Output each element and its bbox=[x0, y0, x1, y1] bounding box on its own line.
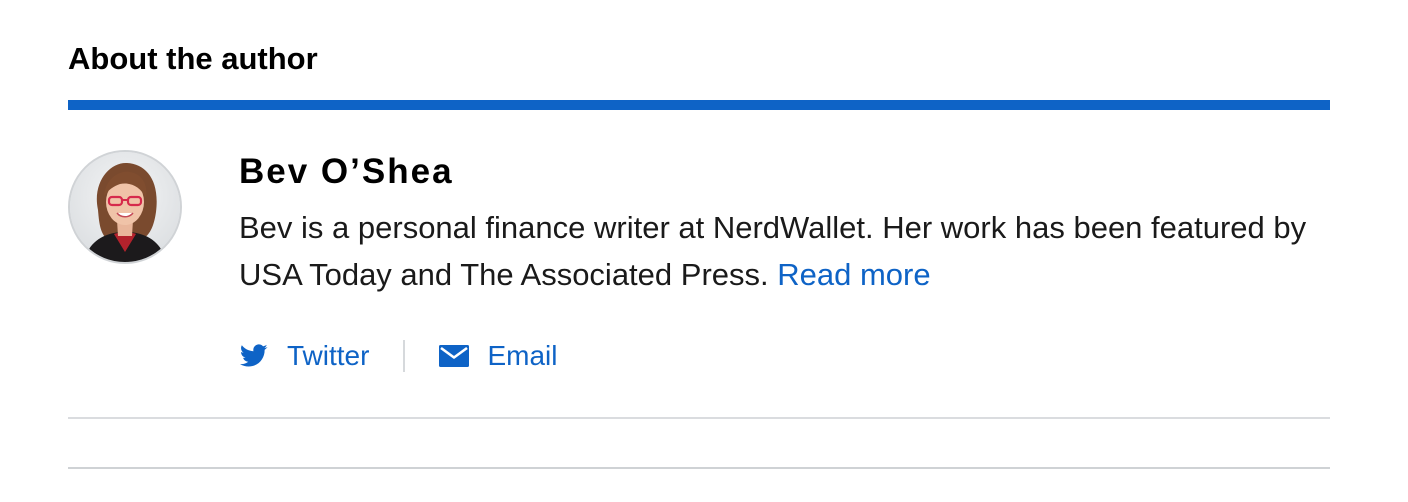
author-avatar bbox=[68, 150, 182, 264]
twitter-label: Twitter bbox=[287, 340, 370, 371]
email-link[interactable]: Email bbox=[439, 336, 557, 376]
twitter-link[interactable]: Twitter bbox=[239, 336, 369, 376]
social-divider bbox=[403, 340, 406, 372]
author-photo-icon bbox=[70, 152, 180, 262]
twitter-bird-icon bbox=[239, 341, 269, 371]
about-author-module: About the author Bev O’Shea Bev is a per… bbox=[68, 0, 1330, 502]
email-label: Email bbox=[487, 340, 558, 371]
envelope-icon bbox=[439, 341, 470, 371]
author-bio: Bev is a personal finance writer at Nerd… bbox=[239, 204, 1319, 298]
section-heading: About the author bbox=[68, 41, 318, 76]
heading-accent-rule bbox=[68, 100, 1330, 110]
section-divider-upper bbox=[68, 417, 1330, 419]
read-more-link[interactable]: Read more bbox=[777, 257, 930, 292]
section-divider-lower bbox=[68, 467, 1330, 469]
author-social-links: Twitter Email bbox=[239, 336, 557, 376]
author-bio-text: Bev is a personal finance writer at Nerd… bbox=[239, 210, 1307, 292]
author-name: Bev O’Shea bbox=[239, 152, 454, 191]
